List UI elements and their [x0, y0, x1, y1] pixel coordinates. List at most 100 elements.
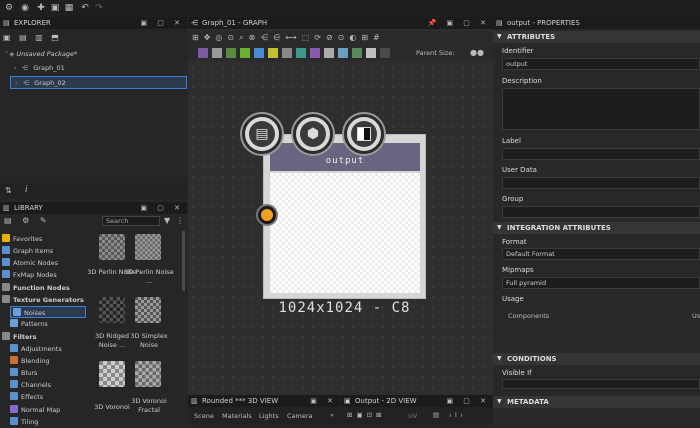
- frame-icon[interactable]: [198, 48, 208, 58]
- chevron-down-icon[interactable]: ˅: [4, 50, 7, 58]
- visible-if-field[interactable]: [502, 379, 700, 389]
- library-category[interactable]: Effects: [10, 391, 43, 403]
- chevron-down-icon[interactable]: ▼: [497, 396, 502, 408]
- library-category[interactable]: Adjustments: [10, 343, 62, 355]
- more-icon[interactable]: ●●: [470, 48, 484, 57]
- panel-window-buttons[interactable]: ▣ ▢ ✕: [446, 395, 490, 407]
- color-node-icon[interactable]: [226, 48, 236, 58]
- tab-scene[interactable]: Scene: [194, 412, 214, 420]
- thumb-3d-voronoi-fractal[interactable]: [135, 361, 161, 387]
- node-icon[interactable]: [212, 48, 222, 58]
- library-category[interactable]: Atomic Nodes: [2, 257, 58, 269]
- thumb-3d-perlin-noise-2[interactable]: [135, 234, 161, 260]
- filter-icon[interactable]: ▼: [164, 216, 170, 225]
- library-title: LIBRARY: [14, 204, 43, 212]
- panel-window-buttons[interactable]: 📌 ▣ ▢ ✕: [428, 17, 490, 29]
- app-menu-icon[interactable]: ⚙: [4, 3, 14, 13]
- gradient-icon[interactable]: [240, 48, 250, 58]
- blend-icon[interactable]: [254, 48, 264, 58]
- warp-icon[interactable]: [296, 48, 306, 58]
- output-type-circle[interactable]: ▤: [242, 114, 282, 154]
- chevron-down-icon[interactable]: ▼: [497, 31, 502, 43]
- library-category[interactable]: Blending: [10, 355, 50, 367]
- add-icon[interactable]: ✚: [36, 3, 46, 13]
- graph-toolbar-2: Parent Size: ●●: [188, 46, 493, 61]
- label-field[interactable]: [502, 148, 700, 160]
- conditions-section[interactable]: ▼ CONDITIONS: [493, 353, 700, 365]
- redo-icon[interactable]: ↷: [94, 3, 104, 13]
- chevron-down-icon[interactable]: ▼: [497, 353, 502, 365]
- output-node[interactable]: output: [263, 134, 426, 299]
- levels-icon[interactable]: [268, 48, 278, 58]
- library-category[interactable]: Noises: [10, 306, 86, 318]
- library-category[interactable]: Blurs: [10, 367, 37, 379]
- uniform-icon[interactable]: [338, 48, 348, 58]
- tab-materials[interactable]: Materials: [222, 412, 252, 420]
- library-category[interactable]: Graph Items: [2, 245, 53, 257]
- library-category[interactable]: Normal Map: [10, 404, 60, 416]
- output-node-title-bar[interactable]: output: [270, 143, 420, 171]
- library-category[interactable]: Channels: [10, 379, 51, 391]
- section-title: INTEGRATION ATTRIBUTES: [507, 224, 611, 232]
- comment-icon[interactable]: [380, 48, 390, 58]
- tree-item-graph-02[interactable]: › ⋲ Graph_02: [10, 76, 187, 89]
- info-icon[interactable]: i: [25, 185, 28, 195]
- mipmaps-value: Full pyramid: [506, 279, 547, 287]
- description-field[interactable]: [502, 88, 700, 130]
- library-category[interactable]: Tiling: [10, 416, 38, 428]
- view2d-panel: ▣ Output - 2D VIEW ▣ ▢ ✕ ⊞▣⊡⊠ UV ▤ ılı: [341, 395, 493, 425]
- label-label: Label: [502, 137, 521, 145]
- graph-tools-icons[interactable]: ⊞✥◎⊙⌕⊗⋲⋳⟷⬚⟳⊘⊙◐⊞#: [192, 33, 385, 43]
- thumb-3d-perlin-noise[interactable]: [99, 234, 125, 260]
- more-icon[interactable]: ⋮: [176, 216, 184, 225]
- normal-icon[interactable]: [310, 48, 320, 58]
- input-node-icon[interactable]: [366, 48, 376, 58]
- thumb-3d-simplex-noise[interactable]: [135, 297, 161, 323]
- library-search-input[interactable]: Search: [102, 216, 160, 226]
- tree-item-graph-01[interactable]: › ⋲ Graph_01: [14, 62, 65, 75]
- integration-section[interactable]: ▼ INTEGRATION ATTRIBUTES: [493, 222, 700, 234]
- uv-toggle[interactable]: UV: [408, 412, 417, 420]
- thumb-3d-voronoi[interactable]: [99, 361, 125, 387]
- library-category[interactable]: Patterns: [10, 318, 48, 330]
- curve-icon[interactable]: [352, 48, 362, 58]
- explorer-toolbar[interactable]: ▣ ▤ ▥ ⬒: [3, 33, 62, 42]
- input-port[interactable]: [256, 204, 278, 226]
- group-field[interactable]: [502, 206, 700, 218]
- library-toolbar[interactable]: ▤ ⚙ ✎: [4, 216, 51, 225]
- share-icon[interactable]: ▦: [64, 3, 74, 13]
- view2d-tools-icons[interactable]: ⊞▣⊡⊠: [347, 411, 385, 419]
- undo-icon[interactable]: ↶: [80, 3, 90, 13]
- chevron-right-icon[interactable]: »: [330, 411, 334, 419]
- format-circle[interactable]: [344, 114, 384, 154]
- attributes-section[interactable]: ▼ ATTRIBUTES: [493, 31, 700, 43]
- output-node-icon[interactable]: [324, 48, 334, 58]
- view2d-right-icons[interactable]: ▤ ılı: [433, 411, 467, 419]
- tab-camera[interactable]: Camera: [287, 412, 313, 420]
- usage-circle[interactable]: ⬢: [293, 114, 333, 154]
- panel-window-buttons[interactable]: ▣ ▢ ✕: [140, 17, 184, 29]
- panel-window-buttons[interactable]: ▣ ✕: [310, 395, 337, 407]
- identifier-field[interactable]: output: [502, 58, 700, 70]
- library-category[interactable]: Filters: [2, 331, 37, 343]
- chevron-right-icon[interactable]: ›: [14, 64, 17, 72]
- mipmaps-select[interactable]: Full pyramid: [502, 277, 700, 289]
- chevron-right-icon[interactable]: ›: [15, 79, 18, 87]
- tab-lights[interactable]: Lights: [259, 412, 279, 420]
- chevron-down-icon[interactable]: ▼: [497, 222, 502, 234]
- library-category[interactable]: Function Nodes: [2, 282, 70, 294]
- thumb-3d-ridged-noise[interactable]: [99, 297, 125, 323]
- transform-icon[interactable]: [282, 48, 292, 58]
- library-scrollbar[interactable]: [182, 231, 185, 291]
- format-select[interactable]: Default Format: [502, 248, 700, 260]
- library-category[interactable]: Texture Generators: [2, 294, 84, 306]
- panel-window-buttons[interactable]: ▣ ▢ ✕: [140, 202, 184, 214]
- layout-icon[interactable]: ⇅: [5, 186, 12, 195]
- globe-icon[interactable]: ◉: [20, 3, 30, 13]
- library-category[interactable]: FxMap Nodes: [2, 269, 57, 281]
- library-category[interactable]: Favorites: [2, 233, 42, 245]
- package-row[interactable]: ˅ ◈ Unsaved Package*: [4, 48, 77, 61]
- metadata-section[interactable]: ▼ METADATA: [493, 396, 700, 408]
- user-data-field[interactable]: [502, 177, 700, 189]
- save-icon[interactable]: ▣: [50, 3, 60, 13]
